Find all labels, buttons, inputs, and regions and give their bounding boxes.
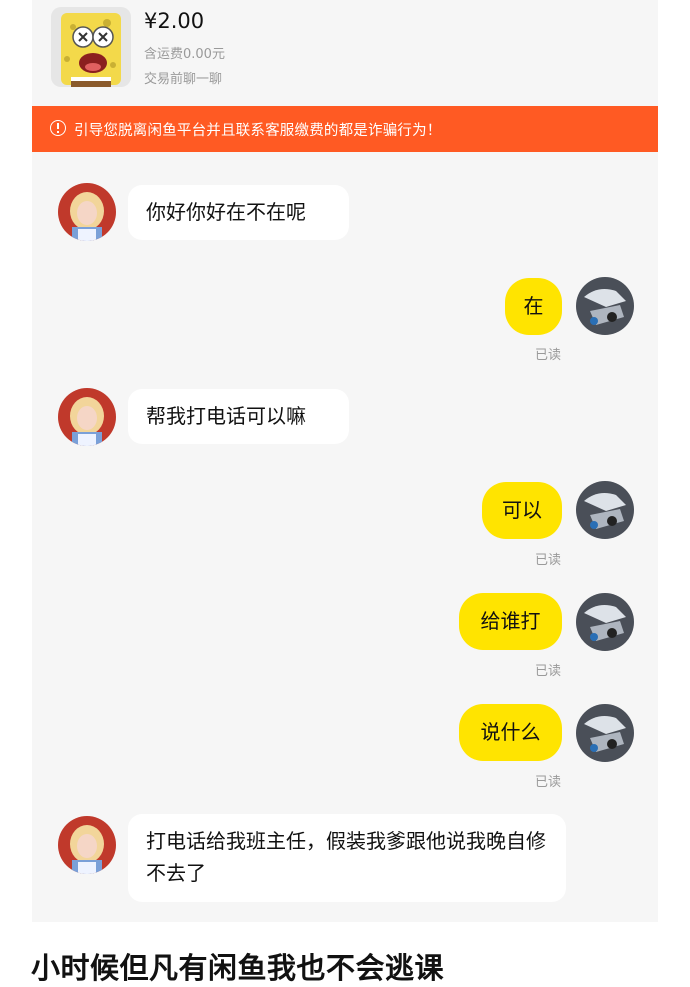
read-status: 已读	[535, 553, 562, 568]
product-price: ¥2.00	[144, 9, 205, 33]
sender-avatar[interactable]	[58, 183, 116, 241]
message-bubble-outgoing[interactable]: 给谁打	[459, 593, 562, 650]
my-avatar[interactable]	[576, 277, 634, 335]
read-status: 已读	[535, 775, 562, 790]
spongebob-icon[interactable]	[51, 7, 131, 87]
my-avatar[interactable]	[576, 481, 634, 539]
message-bubble-incoming[interactable]: 你好你好在不在呢	[128, 185, 349, 240]
chat-hint: 交易前聊一聊	[144, 72, 223, 87]
read-status: 已读	[535, 664, 562, 679]
warning-text: 引导您脱离闲鱼平台并且联系客服缴费的都是诈骗行为！	[74, 123, 442, 139]
chat-screen: ¥2.00 含运费0.00元 交易前聊一聊 引导您脱离闲鱼平台并且联系客服缴费的…	[32, 0, 658, 922]
sender-avatar[interactable]	[58, 816, 116, 874]
fraud-warning-banner: 引导您脱离闲鱼平台并且联系客服缴费的都是诈骗行为！	[32, 106, 658, 152]
message-bubble-outgoing[interactable]: 在	[505, 278, 562, 335]
warning-icon	[50, 120, 66, 136]
post-caption: 小时候但凡有闲鱼我也不会逃课	[31, 951, 445, 985]
product-header[interactable]: ¥2.00 含运费0.00元 交易前聊一聊	[32, 0, 658, 106]
read-status: 已读	[535, 348, 562, 363]
sender-avatar[interactable]	[58, 388, 116, 446]
message-bubble-outgoing[interactable]: 可以	[482, 482, 562, 539]
my-avatar[interactable]	[576, 704, 634, 762]
message-bubble-incoming[interactable]: 帮我打电话可以嘛	[128, 389, 349, 444]
my-avatar[interactable]	[576, 593, 634, 651]
message-bubble-incoming[interactable]: 打电话给我班主任，假装我爹跟他说我晚自修不去了	[128, 814, 566, 902]
message-bubble-outgoing[interactable]: 说什么	[459, 704, 562, 761]
shipping-fee: 含运费0.00元	[144, 47, 225, 62]
